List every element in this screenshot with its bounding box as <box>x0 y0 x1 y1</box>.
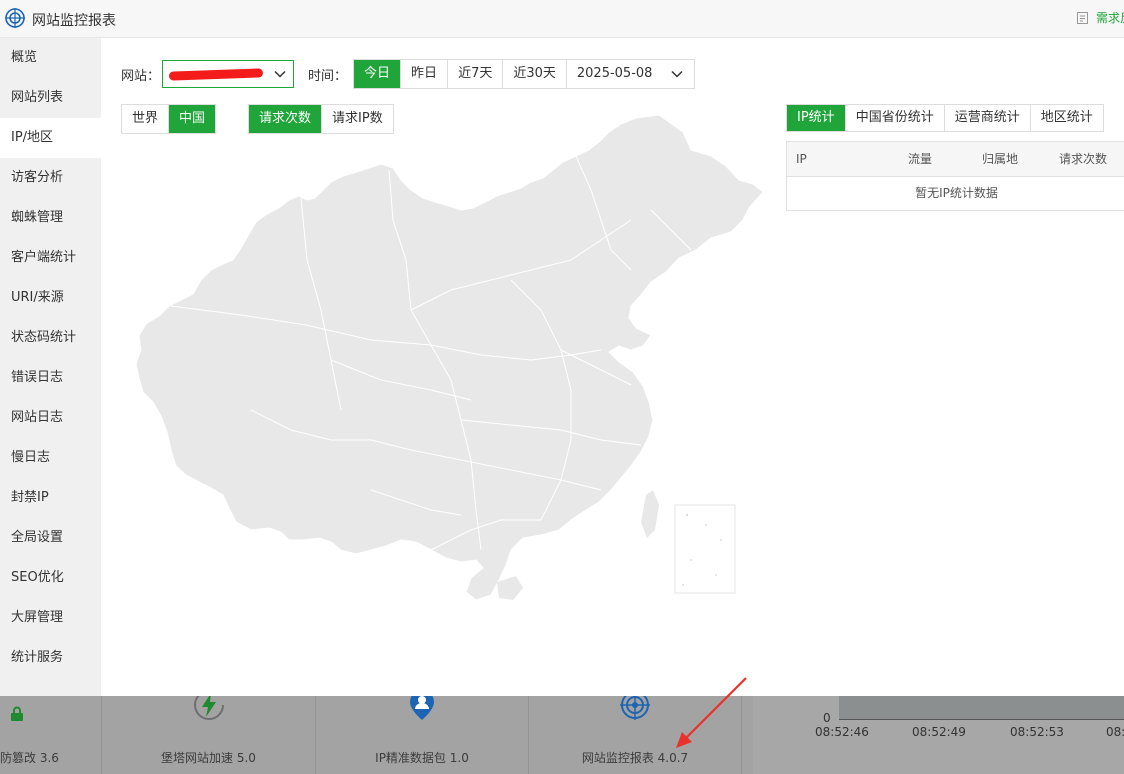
plugin-card-monitor: 网站监控报表 4.0.7 <box>529 690 742 774</box>
column-header-requests[interactable]: 请求次数 <box>1018 142 1107 176</box>
modal-titlebar[interactable]: 网站监控报表 需求反 <box>0 0 1124 38</box>
modal-title: 网站监控报表 <box>32 13 116 29</box>
chart-y-tick: 0 <box>823 711 831 725</box>
chart-x-tick: 08:52:49 <box>912 725 966 739</box>
lock-icon <box>11 706 23 721</box>
plugin-card-label: 堡塔网站加速 5.0 <box>161 751 256 765</box>
chart-x-tick: 08:52:53 <box>1010 725 1064 739</box>
time-label: 时间： <box>308 68 348 84</box>
plugin-card-ipdata: IP精准数据包 1.0 <box>316 690 529 774</box>
tab-isp-stats[interactable]: 运营商统计 <box>944 105 1031 131</box>
time-30days-button[interactable]: 近30天 <box>503 60 567 88</box>
time-yesterday-button[interactable]: 昨日 <box>401 60 449 88</box>
sidebar-item-site-log[interactable]: 网站日志 <box>0 398 101 438</box>
chart-x-tick: 08:5 <box>1106 725 1124 739</box>
chevron-down-icon <box>274 70 286 78</box>
hainan-shape[interactable] <box>497 576 523 600</box>
app-logo-icon <box>5 8 25 28</box>
plugin-card-label: IP精准数据包 1.0 <box>375 751 469 765</box>
sidebar-item-uri-source[interactable]: URI/来源 <box>0 278 101 318</box>
table-header-row: IP 流量 归属地 请求次数 <box>787 142 1124 177</box>
tab-province-stats[interactable]: 中国省份统计 <box>845 105 945 131</box>
tab-ip-stats[interactable]: IP统计 <box>787 105 846 131</box>
site-label: 网站： <box>121 68 161 84</box>
date-picker[interactable]: 2025-05-08 <box>566 60 695 88</box>
china-map[interactable] <box>131 110 771 600</box>
stat-tabs: IP统计 中国省份统计 运营商统计 地区统计 <box>786 104 1104 132</box>
sidebar-item-error-log[interactable]: 错误日志 <box>0 358 101 398</box>
sidebar-nav: 概览 网站列表 IP/地区 访客分析 蜘蛛管理 客户端统计 URI/来源 状态码… <box>0 38 101 696</box>
tab-region-stats[interactable]: 地区统计 <box>1030 105 1103 131</box>
chevron-down-icon <box>671 70 683 78</box>
empty-state-text: 暂无IP统计数据 <box>915 186 998 200</box>
time-range-group: 今日 昨日 近7天 近30天 2025-05-08 <box>353 59 696 89</box>
column-header-traffic[interactable]: 流量 <box>873 142 932 176</box>
south-china-sea-inset <box>674 504 736 594</box>
sidebar-item-seo[interactable]: SEO优化 <box>0 558 101 598</box>
edit-note-icon <box>1077 11 1088 24</box>
column-header-ip[interactable]: IP <box>787 142 873 176</box>
plugin-card-label: 网站监控报表 4.0.7 <box>581 751 689 765</box>
sidebar-item-stats-service[interactable]: 统计服务 <box>0 638 101 678</box>
site-select[interactable] <box>162 60 295 88</box>
sidebar-item-client-stats[interactable]: 客户端统计 <box>0 238 101 278</box>
monitor-report-modal: 网站监控报表 需求反 概览 网站列表 IP/地区 访客分析 蜘蛛管理 客户端统计… <box>0 0 1124 696</box>
plugin-card-tamper: 防篡改 3.6 <box>0 696 102 774</box>
background-chart: 0 08:52:46 08:52:49 08:52:53 08:5 <box>753 696 1124 774</box>
sidebar-item-spider-management[interactable]: 蜘蛛管理 <box>0 198 101 238</box>
time-today-button[interactable]: 今日 <box>354 60 402 88</box>
redacted-site-name <box>168 68 264 81</box>
sidebar-item-site-list[interactable]: 网站列表 <box>0 78 101 118</box>
time-7days-button[interactable]: 近7天 <box>448 60 504 88</box>
sidebar-item-visitor-analysis[interactable]: 访客分析 <box>0 158 101 198</box>
plugin-card-label: 防篡改 3.6 <box>0 751 59 765</box>
sidebar-item-status-code[interactable]: 状态码统计 <box>0 318 101 358</box>
china-map-shape[interactable] <box>135 114 764 600</box>
sidebar-item-ip-region[interactable]: IP/地区 <box>0 118 101 158</box>
ip-stats-table: IP 流量 归属地 请求次数 暂无IP统计数据 <box>786 141 1124 211</box>
chart-plot-area <box>839 696 1124 720</box>
main-content: 网站： 时间： 今日 昨日 近7天 近30天 2025-05-08 世界 中国 … <box>101 38 1124 696</box>
plugin-card-speed: 堡塔网站加速 5.0 <box>102 690 316 774</box>
chart-x-tick: 08:52:46 <box>815 725 869 739</box>
sidebar-item-banned-ip[interactable]: 封禁IP <box>0 478 101 518</box>
sidebar-item-global-settings[interactable]: 全局设置 <box>0 518 101 558</box>
request-feedback-label: 需求反 <box>1096 11 1124 25</box>
column-header-location[interactable]: 归属地 <box>932 142 1018 176</box>
sidebar-item-slow-log[interactable]: 慢日志 <box>0 438 101 478</box>
sidebar-item-overview[interactable]: 概览 <box>0 38 101 78</box>
date-value: 2025-05-08 <box>576 66 653 81</box>
filter-toolbar: 网站： 时间： 今日 昨日 近7天 近30天 2025-05-08 <box>121 59 696 89</box>
request-feedback-link[interactable]: 需求反 <box>1076 9 1124 26</box>
taiwan-shape[interactable] <box>641 490 659 538</box>
sidebar-item-big-screen[interactable]: 大屏管理 <box>0 598 101 638</box>
